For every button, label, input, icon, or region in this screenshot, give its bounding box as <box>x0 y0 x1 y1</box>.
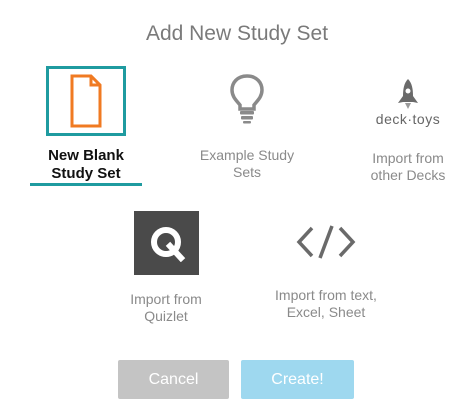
option-label: Import from other Decks <box>370 150 446 183</box>
cancel-button[interactable]: Cancel <box>118 360 229 399</box>
quizlet-tile <box>134 211 199 275</box>
option-import-other-decks[interactable]: deck·toys Import from other Decks <box>352 78 464 190</box>
blank-document-icon <box>70 74 102 128</box>
create-button[interactable]: Create! <box>241 360 354 399</box>
selection-frame <box>46 66 126 136</box>
deck-toys-logo: deck·toys <box>375 111 441 127</box>
rocket-icon <box>398 79 418 109</box>
lightbulb-icon <box>230 74 264 124</box>
option-label: Import from Quizlet <box>130 291 202 324</box>
option-new-blank-study-set[interactable]: New Blank Study Set <box>28 66 144 188</box>
selected-underline <box>30 183 142 186</box>
option-import-quizlet[interactable]: Import from Quizlet <box>110 211 222 325</box>
option-example-study-sets[interactable]: Example Study Sets <box>184 74 310 184</box>
option-label: Import from text, Excel, Sheet <box>275 287 377 320</box>
dialog-title: Add New Study Set <box>145 22 329 45</box>
option-label: Example Study Sets <box>199 147 295 180</box>
quizlet-q-icon <box>151 227 186 262</box>
option-label: New Blank Study Set <box>48 147 124 182</box>
code-brackets-icon <box>296 225 356 259</box>
option-import-text-excel-sheet[interactable]: Import from text, Excel, Sheet <box>250 224 402 324</box>
